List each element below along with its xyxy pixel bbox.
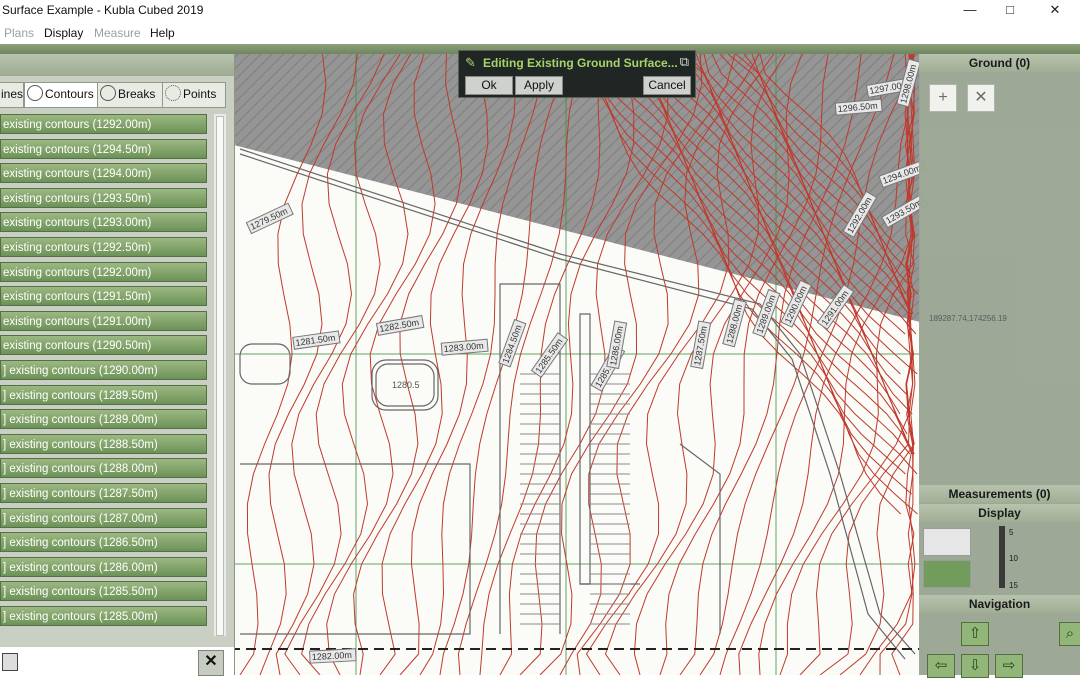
contour-list-item[interactable]: ] existing contours (1290.00m) <box>0 360 207 380</box>
zoom-in-icon[interactable]: ⌕ <box>1059 622 1080 646</box>
scale-label-10: 10 <box>1009 554 1018 563</box>
svg-text:1284.50m: 1284.50m <box>500 324 523 365</box>
contour-list-item[interactable]: existing contours (1294.50m) <box>0 138 207 159</box>
left-panel-header <box>0 54 234 76</box>
contour-list[interactable]: existing contours (1292.00m) existing con… <box>0 114 214 634</box>
tab-lines[interactable]: ines <box>0 82 24 108</box>
shading-mode-dropdown[interactable] <box>923 560 971 588</box>
contour-list-item[interactable]: ] existing contours (1285.50m) <box>0 581 207 602</box>
remove-surface-button[interactable]: ✕ <box>967 84 995 112</box>
contour-label: 1283.00m <box>440 338 489 356</box>
layers-icon[interactable] <box>2 653 18 671</box>
contour-list-item[interactable]: existing contours (1294.00m) <box>0 163 207 184</box>
pencil-icon: ✎ <box>465 55 476 70</box>
list-scrollbar[interactable] <box>214 114 226 636</box>
contour-list-item[interactable]: existing contours (1293.50m) <box>0 187 207 208</box>
right-panel: Ground (0) + ✕ 189287.74,174256.19 Measu… <box>919 54 1080 678</box>
contour-label: 1286.00m <box>606 320 628 370</box>
close-window-button[interactable]: ✕ <box>1035 0 1075 22</box>
left-panel-footer: ✕ <box>0 647 234 676</box>
tab-contours[interactable]: Contours <box>24 82 98 108</box>
contour-list-item[interactable]: existing contours (1292.00m) <box>0 261 207 282</box>
contour-list-item[interactable]: existing contours (1292.50m) <box>0 237 207 257</box>
contour-label: 1284.50m <box>498 318 527 368</box>
contour-label: 1285.50m <box>530 332 569 379</box>
contours-icon <box>27 85 43 101</box>
title-bar: Surface Example - Kubla Cubed 2019 — □ ✕ <box>0 0 1080 22</box>
close-panel-button[interactable]: ✕ <box>198 650 224 676</box>
menu-bar: Plans Display Measure Help <box>0 22 1080 44</box>
contour-list-item[interactable]: existing contours (1293.00m) <box>0 212 207 233</box>
scale-label-15: 15 <box>1009 581 1018 590</box>
contour-label: 1282.00m <box>309 648 357 664</box>
contour-label: 1288.00m <box>722 298 747 348</box>
ok-button[interactable]: Ok <box>465 76 513 95</box>
maximize-button[interactable]: □ <box>990 0 1030 22</box>
pan-down-button[interactable]: ⇩ <box>961 654 989 678</box>
pan-up-button[interactable]: ⇧ <box>961 622 989 646</box>
menu-plans[interactable]: Plans <box>4 26 34 40</box>
apply-button[interactable]: Apply <box>515 76 563 95</box>
display-slider[interactable] <box>999 526 1005 588</box>
svg-text:1288.00m: 1288.00m <box>724 303 744 344</box>
popout-icon[interactable]: ⧉ <box>680 54 689 70</box>
menu-measure[interactable]: Measure <box>94 26 141 40</box>
measurements-header[interactable]: Measurements (0) <box>919 485 1080 503</box>
left-panel: ines Contours Breaks Points existing con… <box>0 54 235 676</box>
svg-text:1282.00m: 1282.00m <box>312 650 352 662</box>
contour-list-item[interactable]: ] existing contours (1288.50m) <box>0 433 207 454</box>
pan-left-button[interactable]: ⇦ <box>927 654 955 678</box>
navigation-header: Navigation <box>919 595 1080 613</box>
contour-label: 1287.50m <box>690 320 712 370</box>
contour-list-item[interactable]: ] existing contours (1289.00m) <box>0 409 207 430</box>
window-title: Surface Example - Kubla Cubed 2019 <box>2 3 204 17</box>
svg-text:1289.00m: 1289.00m <box>754 294 777 335</box>
contour-list-item[interactable]: existing contours (1292.00m) <box>0 114 207 134</box>
pan-right-button[interactable]: ⇨ <box>995 654 1023 678</box>
contour-list-item[interactable]: existing contours (1291.00m) <box>0 310 207 331</box>
contour-list-item[interactable]: existing contours (1290.50m) <box>0 335 207 356</box>
display-header: Display <box>919 504 1080 522</box>
contour-list-item[interactable]: ] existing contours (1289.50m) <box>0 384 207 405</box>
tab-points[interactable]: Points <box>162 82 226 108</box>
add-surface-button[interactable]: + <box>929 84 957 112</box>
contour-label: 1279.50m <box>245 202 294 235</box>
parking-stripes <box>520 373 630 625</box>
display-mode-dropdown[interactable] <box>923 528 971 556</box>
contour-list-item[interactable]: ] existing contours (1286.50m) <box>0 532 207 553</box>
coordinate-readout: 189287.74,174256.19 <box>929 314 1007 323</box>
contour-list-item[interactable]: ] existing contours (1288.00m) <box>0 458 207 479</box>
contour-list-item[interactable]: ] existing contours (1287.00m) <box>0 507 207 528</box>
breaks-icon <box>100 85 116 101</box>
contour-list-item[interactable]: existing contours (1291.50m) <box>0 286 207 307</box>
contour-label: 1281.50m <box>292 330 341 350</box>
scrollbar-thumb[interactable] <box>216 116 224 636</box>
tab-breaks[interactable]: Breaks <box>97 82 163 108</box>
minimize-button[interactable]: — <box>950 0 990 22</box>
dialog-title: Editing Existing Ground Surface... <box>483 56 678 70</box>
points-icon <box>165 85 181 101</box>
cancel-button[interactable]: Cancel <box>643 76 691 95</box>
menu-help[interactable]: Help <box>150 26 175 40</box>
contour-list-item[interactable]: ] existing contours (1286.00m) <box>0 556 207 577</box>
pad-elevation-label: 1280.5 <box>392 380 420 390</box>
edit-surface-dialog: ✎ Editing Existing Ground Surface... ⧉ O… <box>458 50 696 98</box>
scale-label-5: 5 <box>1009 528 1014 537</box>
ground-header: Ground (0) <box>919 54 1080 72</box>
contour-list-item[interactable]: ] existing contours (1287.50m) <box>0 483 207 503</box>
menu-display[interactable]: Display <box>44 26 83 40</box>
contour-list-item[interactable]: ] existing contours (1285.00m) <box>0 606 207 626</box>
